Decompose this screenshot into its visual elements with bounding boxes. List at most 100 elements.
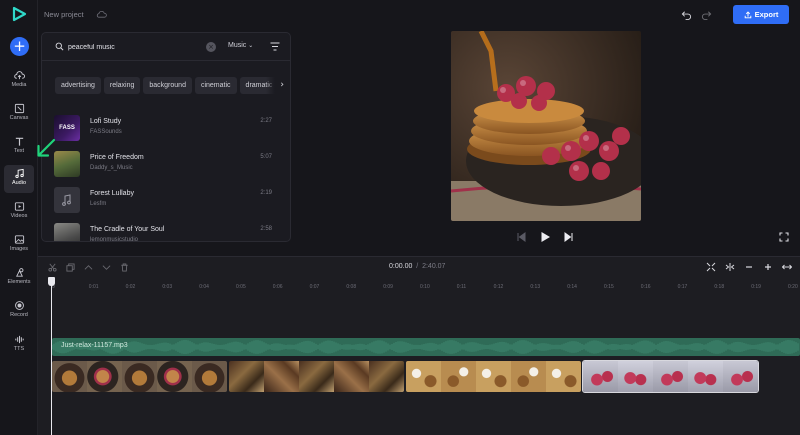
video-clip[interactable] (229, 361, 404, 392)
track-thumbnail (54, 151, 80, 177)
clip-frame (52, 361, 87, 392)
chip-background[interactable]: background (143, 77, 192, 94)
video-clip[interactable] (406, 361, 581, 392)
playhead[interactable] (51, 277, 52, 435)
track-item[interactable]: Forest Lullaby Lesfm 2:19 (54, 187, 284, 215)
category-dropdown[interactable]: Music ⌄ (228, 42, 253, 49)
undo-icon[interactable] (681, 9, 692, 20)
clip-frame (369, 361, 404, 392)
fit-timeline-icon[interactable] (706, 262, 716, 272)
tag-chips: advertising relaxing background cinematic dr… (55, 77, 287, 94)
track-duration: 2:27 (260, 118, 272, 124)
rail-label: Elements (7, 279, 31, 285)
rail-label: Text (13, 148, 25, 154)
ruler-tick-label: 0:17 (677, 284, 688, 290)
search-input[interactable] (68, 41, 208, 53)
video-clip[interactable] (582, 360, 759, 393)
clip-frame (546, 361, 581, 392)
pancakes-image (451, 31, 641, 221)
zoom-out-icon[interactable] (744, 262, 754, 272)
ruler-tick-label: 0:05 (236, 284, 246, 290)
scissors-icon[interactable] (48, 263, 57, 272)
track-artist: Lesfm (90, 201, 107, 207)
rail-item-tts[interactable]: TTS (4, 331, 34, 359)
project-title[interactable]: New project (44, 10, 84, 19)
ruler-tick-label: 0:11 (456, 284, 467, 290)
video-track (52, 360, 759, 393)
ruler-tick-label: 0:12 (493, 284, 504, 290)
chip-relaxing[interactable]: relaxing (103, 77, 141, 94)
rail-item-videos[interactable]: Videos (4, 198, 34, 226)
rail-item-elements[interactable]: Elements (4, 264, 34, 292)
ruler-tick-label: 0:10 (420, 284, 430, 290)
ruler-tick-label: 0:09 (383, 284, 393, 290)
chip-cinematic[interactable]: cinematic (194, 77, 237, 94)
add-button[interactable]: + (10, 37, 29, 56)
ruler-tick-label: 0:18 (714, 284, 725, 290)
track-item[interactable]: FASS Lofi Study FASSounds 2:27 (54, 115, 284, 143)
track-title: The Cradle of Your Soul (90, 226, 165, 233)
skip-back-icon[interactable] (515, 231, 527, 243)
rail-item-canvas[interactable]: Canvas (4, 100, 34, 128)
ruler-tick-label: 0:06 (272, 284, 283, 290)
playhead-handle[interactable] (48, 277, 55, 286)
rail-label: Videos (10, 213, 28, 219)
thumb-logo-text: FASS (59, 125, 75, 131)
chevron-right-icon[interactable]: › (266, 77, 288, 94)
fullscreen-icon[interactable] (779, 232, 789, 242)
text-icon (15, 137, 23, 146)
ruler-tick-label: 0:13 (530, 284, 541, 290)
track-duration: 2:19 (260, 190, 272, 196)
trash-icon[interactable] (120, 263, 129, 272)
clear-search-icon[interactable]: × (206, 42, 216, 52)
zoom-in-icon[interactable] (763, 262, 773, 272)
track-artist: FASSounds (90, 129, 122, 135)
category-label: Music (228, 42, 247, 49)
rail-item-text[interactable]: Text (4, 133, 34, 161)
clip-frame (192, 361, 227, 392)
rail-label: Media (11, 82, 27, 88)
track-item[interactable]: Price of Freedom Daddy_s_Music 5:07 (54, 151, 284, 179)
cloud-upload-icon (13, 71, 25, 80)
zoom-controls (706, 262, 792, 272)
skip-forward-icon[interactable] (563, 231, 575, 243)
duplicate-icon[interactable] (66, 263, 75, 272)
split-icon[interactable] (725, 262, 735, 272)
audio-panel: × Music⌄ advertisingrelaxingbackgroundci… (41, 32, 291, 242)
clip-frame (511, 361, 546, 392)
expand-icon[interactable] (782, 262, 792, 272)
current-time: 0:00.00 (389, 263, 413, 270)
ruler-tick-label: 0:14 (567, 284, 577, 290)
rail-item-record[interactable]: Record (4, 297, 34, 325)
rail-item-media[interactable]: Media (4, 67, 34, 95)
clip-frame (299, 361, 334, 392)
search-bar: × Music⌄ (42, 33, 290, 61)
audio-clip[interactable]: Just-relax-11157.mp3 (52, 338, 800, 356)
app-logo-icon[interactable] (11, 6, 27, 22)
track-duration: 5:07 (260, 154, 272, 160)
clip-frame (688, 361, 723, 392)
export-button[interactable]: Export (733, 5, 789, 24)
time-ruler[interactable]: 0 0:01 0:02 0:03 0:04 0:05 0:06 0:07 0:08 0:09 0:1… (52, 283, 800, 293)
move-down-icon[interactable] (102, 263, 111, 272)
video-preview[interactable] (451, 31, 641, 221)
total-time: 2:40.07 (422, 263, 446, 270)
track-artist: lemonmusicstudio (90, 237, 139, 242)
cloud-saved-icon (96, 10, 107, 18)
redo-icon[interactable] (701, 9, 712, 20)
video-clip[interactable] (52, 361, 227, 392)
rail-label: Record (10, 312, 28, 318)
rail-label: Canvas (9, 115, 29, 121)
rail-item-audio[interactable]: Audio (4, 165, 34, 193)
rail-item-images[interactable]: Images (4, 231, 34, 259)
track-item[interactable]: The Cradle of Your Soul lemonmusicstudio… (54, 223, 284, 242)
track-thumbnail (54, 187, 80, 213)
chip-advertising[interactable]: advertising (55, 77, 101, 94)
ruler-tick-label: 0:08 (346, 284, 357, 290)
track-thumbnail (54, 223, 80, 241)
filter-icon[interactable] (270, 42, 280, 51)
timecode: 0:00.00 / 2:40.07 (389, 263, 445, 270)
clip-frame (406, 361, 441, 392)
play-icon[interactable] (539, 231, 551, 243)
move-up-icon[interactable] (84, 263, 93, 272)
